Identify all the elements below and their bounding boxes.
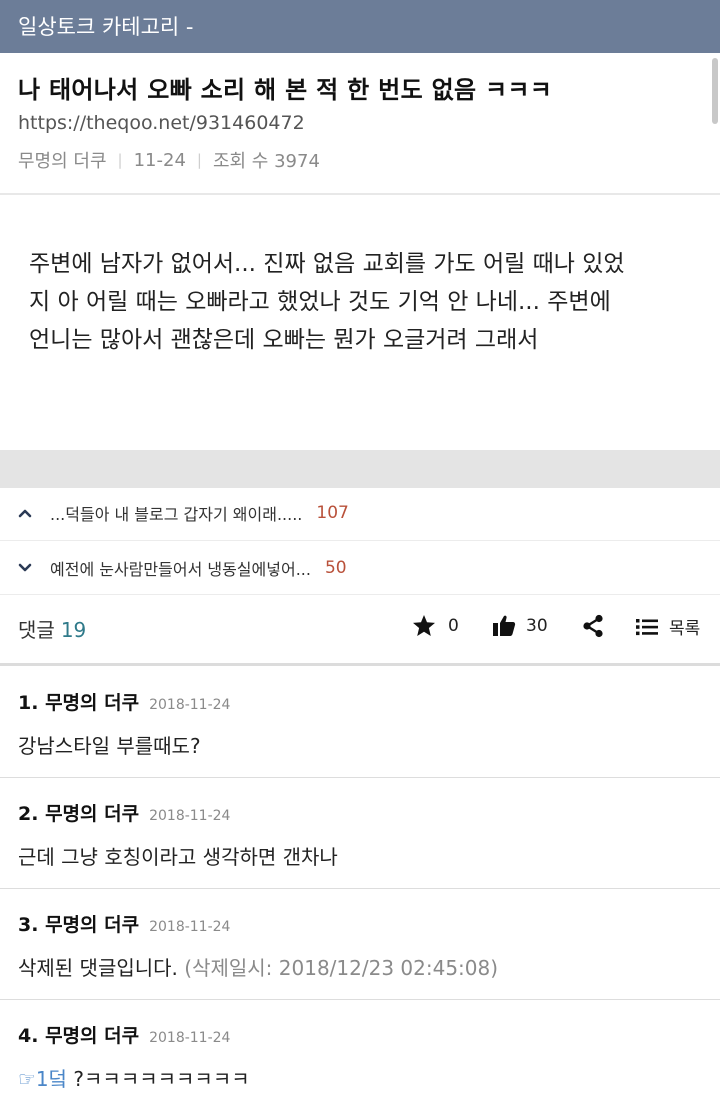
comment-text: 삭제된 댓글입니다. (삭제일시: 2018/12/23 02:45:08) [18, 952, 498, 981]
divider [0, 777, 720, 778]
divider [0, 594, 720, 595]
next-post-link[interactable]: 예전에 눈사람만들어서 냉동실에넣어... 50 [0, 540, 720, 594]
post-views: 조회 수 3974 [212, 151, 320, 172]
reply-reference-link[interactable]: ☞1덬 [18, 1067, 67, 1091]
comment-header: 3. 무명의 더쿠 2018-11-24 [18, 910, 230, 937]
category-header-bar[interactable]: 일상토크 카테고리 - [0, 0, 720, 53]
post-date: 11-24 [133, 149, 186, 171]
post-url[interactable]: https://theqoo.net/931460472 [18, 112, 305, 134]
list-label: 목록 [669, 619, 701, 639]
comment-date: 2018-11-24 [149, 808, 231, 824]
divider [0, 193, 720, 195]
prev-post-comment-count: 107 [316, 503, 349, 523]
comment-header: 1. 무명의 더쿠 2018-11-24 [18, 688, 230, 715]
like-count: 30 [526, 615, 548, 636]
prev-post-link[interactable]: ...덕들아 내 블로그 갑자기 왜이래..... 107 [0, 486, 720, 540]
like-button[interactable]: 30 [492, 614, 548, 637]
post-body-line: 주변에 남자가 없어서... 진짜 없음 교회를 가도 어릴 때나 있었 [29, 251, 625, 277]
comment-author: 3. 무명의 더쿠 [18, 914, 140, 936]
comment-date: 2018-11-24 [149, 697, 231, 713]
next-post-comment-count: 50 [324, 557, 347, 578]
comment-text: 강남스타일 부를때도? [18, 734, 201, 758]
post-body-line: 지 아 어릴 때는 오빠라고 했었나 것도 기억 안 나네... 주변에 [29, 289, 611, 315]
star-icon [412, 614, 436, 637]
star-button[interactable]: 0 [412, 614, 459, 637]
chevron-down-icon [18, 561, 32, 575]
comment-count-label[interactable]: 댓글 19 [18, 614, 86, 643]
section-spacer [0, 450, 720, 488]
post-meta: 무명의 더쿠 | 11-24 | 조회 수 3974 [18, 147, 320, 173]
list-button[interactable]: 목록 [636, 614, 700, 639]
comment-date: 2018-11-24 [149, 919, 231, 935]
post-body-line: 언니는 많아서 괜찮은데 오빠는 뭔가 오글거려 그래서 [29, 327, 539, 353]
comment-header: 2. 무명의 더쿠 2018-11-24 [18, 799, 230, 826]
scrollbar[interactable] [712, 58, 718, 124]
divider [0, 663, 720, 666]
comment-header: 4. 무명의 더쿠 2018-11-24 [18, 1021, 230, 1048]
comment-author: 4. 무명의 더쿠 [18, 1025, 140, 1047]
category-label[interactable]: 일상토크 카테고리 - [18, 11, 194, 41]
comments-label: 댓글 [18, 618, 55, 642]
comments-count: 19 [60, 618, 87, 642]
comment-author: 2. 무명의 더쿠 [18, 803, 140, 825]
comment-text: 근데 그냥 호칭이라고 생각하면 갠차나 [18, 845, 338, 869]
post-action-bar: 댓글 19 0 30 목록 [0, 598, 720, 656]
divider [0, 888, 720, 889]
star-count: 0 [448, 615, 459, 636]
post-title: 나 태어나서 오빠 소리 해 본 적 한 번도 없음 ㅋㅋㅋ [18, 76, 553, 104]
deleted-timestamp: (삭제일시: 2018/12/23 02:45:08) [184, 956, 499, 980]
comment-date: 2018-11-24 [149, 1030, 231, 1046]
divider [0, 999, 720, 1000]
deleted-comment-text: 삭제된 댓글입니다. [18, 956, 178, 980]
comment-text-content: ?ㅋㅋㅋㅋㅋㅋㅋㅋㅋ [67, 1067, 250, 1091]
comment-text: ☞1덬 ?ㅋㅋㅋㅋㅋㅋㅋㅋㅋ [18, 1063, 250, 1092]
list-icon [636, 618, 658, 636]
next-post-title: 예전에 눈사람만들어서 냉동실에넣어... [50, 559, 311, 579]
share-button[interactable] [582, 614, 604, 638]
prev-post-title: ...덕들아 내 블로그 갑자기 왜이래..... [50, 505, 303, 524]
comment-author: 1. 무명의 더쿠 [18, 692, 140, 714]
thumbs-up-icon [492, 614, 516, 637]
chevron-up-icon [18, 506, 32, 520]
meta-divider: | [196, 151, 202, 169]
share-icon [582, 614, 604, 638]
post-body: 주변에 남자가 없어서... 진짜 없음 교회를 가도 어릴 때나 있었 지 아… [29, 245, 701, 359]
meta-divider: | [117, 151, 123, 169]
post-author: 무명의 더쿠 [18, 151, 107, 172]
